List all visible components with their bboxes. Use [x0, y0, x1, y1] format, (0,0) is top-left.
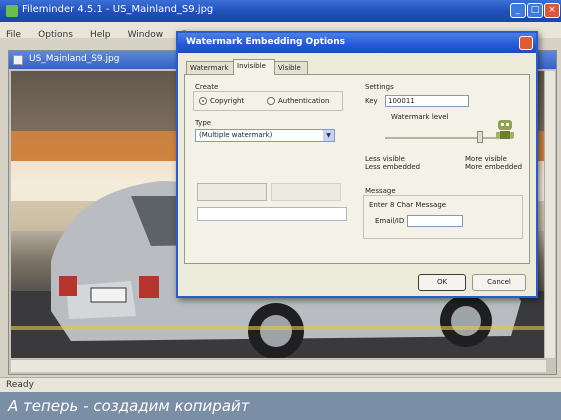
message-input[interactable]	[407, 215, 463, 227]
copyright-radio-label: Copyright	[210, 97, 245, 105]
vertical-scrollbar[interactable]	[544, 71, 555, 358]
authentication-radio[interactable]	[267, 97, 275, 105]
ok-button[interactable]: OK	[418, 274, 466, 291]
create-group-label: Create	[195, 83, 219, 91]
menu-item-window[interactable]: Window	[122, 28, 170, 42]
authentication-radio-label: Authentication	[278, 97, 330, 105]
tab-invisible[interactable]: Invisible	[233, 59, 275, 75]
document-title: US_Mainland_S9.jpg	[29, 54, 120, 64]
caption-text: А теперь - создадим копирайт	[8, 397, 250, 415]
copyright-radio[interactable]	[199, 97, 207, 105]
disabled-button-1	[197, 183, 267, 201]
dialog-close-button[interactable]	[519, 36, 533, 50]
tab-panel: Create Copyright Authentication Type (Mu…	[184, 74, 530, 264]
document-icon	[13, 55, 23, 65]
menu-item-options[interactable]: Options	[32, 28, 79, 42]
progress-field	[197, 207, 347, 221]
less-embedded-label: Less embedded	[365, 163, 421, 171]
type-select-value: (Multiple watermark)	[199, 131, 273, 139]
menu-item-help[interactable]: Help	[84, 28, 117, 42]
message-hint: Enter 8 Char Message	[369, 201, 447, 209]
more-visible-label: More visible	[465, 155, 507, 163]
more-embedded-label: More embedded	[465, 163, 523, 171]
key-input[interactable]: 100011	[385, 95, 469, 107]
type-label: Type	[195, 119, 212, 127]
app-title: Fileminder 4.5.1 - US_Mainland_S9.jpg	[22, 4, 214, 15]
dialog-titlebar[interactable]: Watermark Embedding Options	[178, 33, 536, 53]
menu-item-file[interactable]: File	[0, 28, 27, 42]
key-label: Key	[365, 97, 378, 105]
tab-visible[interactable]: Visible	[274, 61, 308, 74]
chevron-down-icon[interactable]: ▼	[323, 130, 334, 141]
watermark-level-label: Watermark level	[391, 113, 449, 121]
app-titlebar[interactable]: Fileminder 4.5.1 - US_Mainland_S9.jpg _ …	[0, 0, 561, 22]
status-text: Ready	[6, 380, 34, 390]
disabled-button-2	[271, 183, 341, 201]
status-bar: Ready	[0, 377, 561, 393]
level-slider-thumb[interactable]	[476, 131, 483, 143]
settings-group-label: Settings	[365, 83, 394, 91]
type-select[interactable]: (Multiple watermark) ▼	[195, 129, 335, 142]
dialog-title: Watermark Embedding Options	[186, 37, 345, 47]
wizard-robot-icon	[494, 118, 516, 142]
minimize-button[interactable]: _	[510, 3, 526, 18]
maximize-button[interactable]: □	[527, 3, 543, 18]
message-prefix-label: Email/ID	[375, 217, 405, 225]
less-visible-label: Less visible	[365, 155, 405, 163]
app-icon	[6, 5, 18, 17]
close-button[interactable]: ×	[544, 3, 560, 18]
tab-watermark[interactable]: Watermark	[186, 61, 234, 74]
cancel-button[interactable]: Cancel	[472, 274, 526, 291]
message-group-label: Message	[365, 187, 396, 195]
caption-bar: А теперь - создадим копирайт	[0, 392, 561, 420]
watermark-options-dialog: Watermark Embedding Options Watermark In…	[176, 31, 538, 298]
app-window: Fileminder 4.5.1 - US_Mainland_S9.jpg _ …	[0, 0, 561, 393]
horizontal-scrollbar[interactable]	[11, 359, 546, 372]
